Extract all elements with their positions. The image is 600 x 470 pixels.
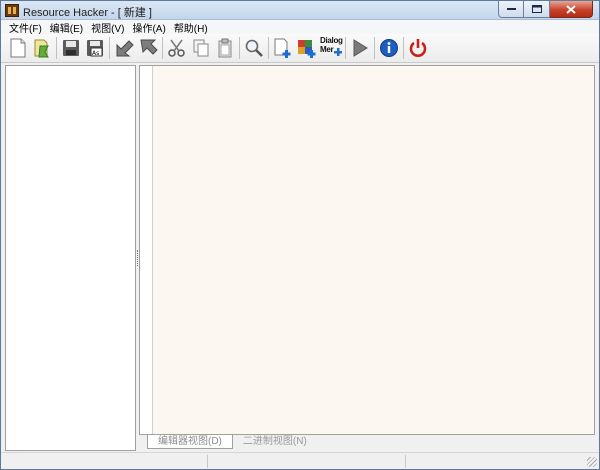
find-icon — [245, 39, 263, 57]
menu-view[interactable]: 视图(V) — [87, 20, 128, 35]
tab-editor-view[interactable]: 编辑器视图(D) — [147, 435, 233, 449]
maximize-icon — [531, 5, 542, 13]
minimize-icon — [506, 8, 516, 10]
status-separator — [207, 455, 208, 468]
add-image-button[interactable] — [296, 36, 318, 60]
close-button[interactable] — [550, 1, 593, 18]
new-file-icon — [10, 38, 26, 58]
back-arrow-icon — [116, 40, 134, 57]
new-file-button[interactable] — [7, 36, 29, 60]
info-button[interactable] — [378, 36, 400, 60]
caption-buttons — [498, 1, 593, 19]
toolbar-separator — [374, 37, 375, 59]
toolbar-separator — [239, 37, 240, 59]
save-as-button[interactable]: As — [84, 36, 106, 60]
status-bar — [1, 452, 599, 469]
toolbar-separator — [345, 37, 346, 59]
maximize-button[interactable] — [524, 1, 550, 18]
forward-arrow-icon — [140, 39, 158, 55]
dialog-menu-button[interactable]: Dialog Mer — [320, 35, 343, 61]
editor-container — [139, 65, 595, 435]
menu-edit[interactable]: 编辑(E) — [46, 20, 87, 35]
add-resource-icon — [274, 38, 291, 58]
add-image-icon — [298, 40, 316, 58]
dialog-menu-icon — [334, 48, 342, 56]
menu-action[interactable]: 操作(A) — [128, 20, 169, 35]
menu-bar: 文件(F) 编辑(E) 视图(V) 操作(A) 帮助(H) — [1, 20, 599, 35]
menu-file[interactable]: 文件(F) — [5, 20, 46, 35]
power-icon — [409, 39, 427, 57]
save-button[interactable] — [60, 36, 82, 60]
resize-grip[interactable] — [587, 457, 597, 467]
run-script-icon — [353, 39, 368, 57]
save-icon — [63, 40, 79, 56]
resource-tree-pane[interactable] — [5, 65, 136, 451]
back-button[interactable] — [113, 36, 135, 60]
close-icon — [566, 4, 576, 14]
tab-binary-view[interactable]: 二进制视图(N) — [233, 435, 317, 449]
find-button[interactable] — [243, 36, 265, 60]
toolbar: As Dialog Mer — [1, 34, 599, 63]
cut-button[interactable] — [166, 36, 188, 60]
toolbar-separator — [403, 37, 404, 59]
power-button[interactable] — [407, 36, 429, 60]
status-separator — [405, 455, 406, 468]
minimize-button[interactable] — [498, 1, 524, 18]
toolbar-separator — [109, 37, 110, 59]
paste-icon — [218, 38, 232, 58]
cut-icon — [168, 39, 185, 57]
save-as-icon: As — [87, 40, 103, 57]
forward-button[interactable] — [137, 36, 159, 60]
toolbar-separator — [162, 37, 163, 59]
copy-button[interactable] — [190, 36, 212, 60]
toolbar-separator — [56, 37, 57, 59]
paste-button[interactable] — [214, 36, 236, 60]
editor-gutter — [140, 66, 153, 434]
toolbar-separator — [268, 37, 269, 59]
open-file-icon — [34, 39, 49, 58]
script-editor[interactable] — [153, 66, 594, 434]
app-logo-icon[interactable] — [5, 4, 19, 17]
app-window: Resource Hacker - [ 新建 ] 文件(F) 编辑(E) 视图(… — [0, 0, 600, 470]
add-resource-button[interactable] — [272, 36, 294, 60]
window-title: Resource Hacker - [ 新建 ] — [23, 7, 152, 19]
title-bar[interactable]: Resource Hacker - [ 新建 ] — [1, 1, 599, 20]
view-tabs: 编辑器视图(D) 二进制视图(N) — [147, 435, 317, 449]
open-file-button[interactable] — [31, 36, 53, 60]
run-script-button[interactable] — [349, 36, 371, 60]
copy-icon — [193, 39, 209, 57]
menu-help[interactable]: 帮助(H) — [170, 20, 212, 35]
svg-text:As: As — [92, 50, 99, 57]
splitter-grip[interactable] — [137, 250, 138, 266]
info-icon — [380, 39, 398, 57]
